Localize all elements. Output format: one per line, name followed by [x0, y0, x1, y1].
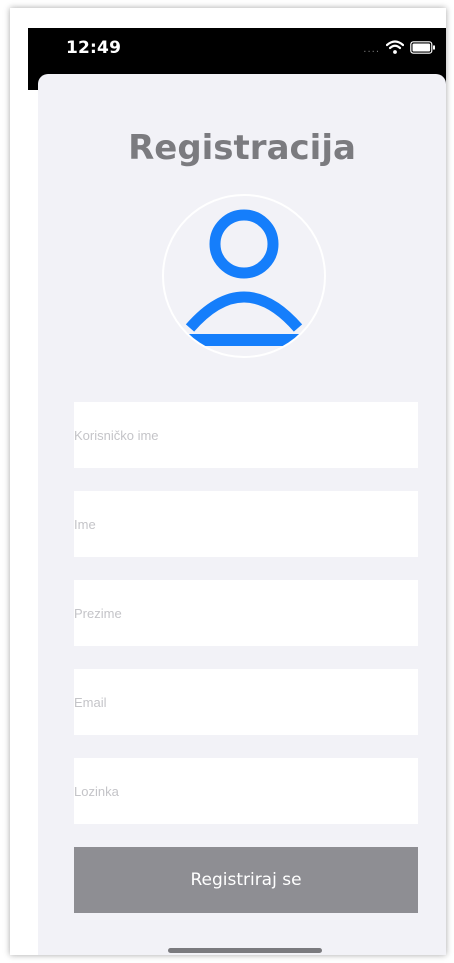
person-icon — [174, 209, 314, 346]
battery-icon — [410, 40, 436, 59]
page-title: Registracija — [128, 128, 356, 168]
password-field[interactable] — [74, 758, 418, 824]
app-window: 12:49 .... Registracija Korisničko ime I… — [10, 8, 446, 955]
avatar[interactable] — [162, 194, 326, 358]
status-indicators: .... — [363, 40, 436, 59]
first-name-field[interactable] — [74, 491, 418, 557]
wifi-icon — [385, 40, 405, 59]
registration-sheet: Registracija Registriraj se — [38, 74, 446, 955]
register-button[interactable]: Registriraj se — [74, 847, 418, 913]
status-time: 12:49 — [66, 38, 122, 58]
signal-icon: .... — [363, 44, 380, 55]
last-name-field[interactable] — [74, 580, 418, 646]
home-indicator — [168, 948, 322, 953]
email-field[interactable] — [74, 669, 418, 735]
username-field[interactable] — [74, 402, 418, 468]
